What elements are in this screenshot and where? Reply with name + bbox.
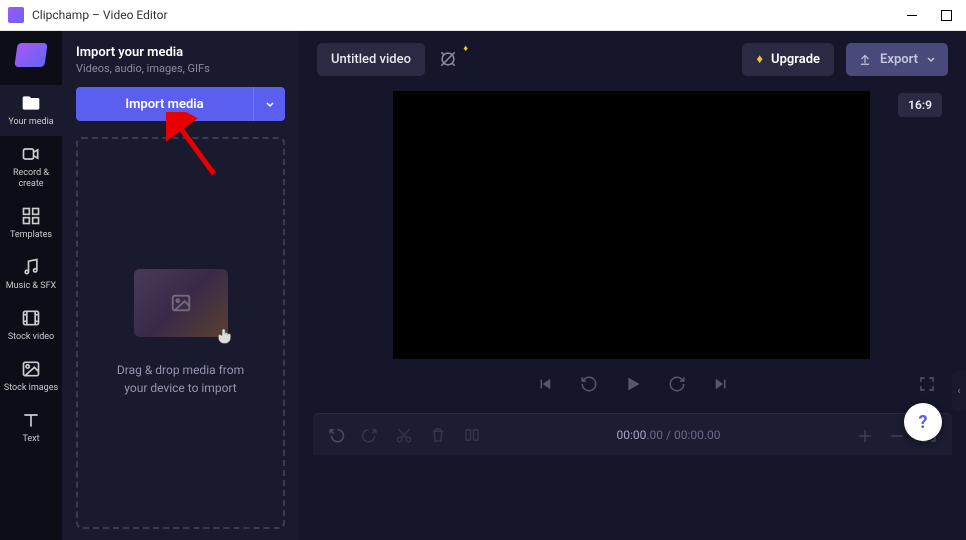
diamond-icon: ♦ xyxy=(756,51,763,67)
undo-button[interactable] xyxy=(327,426,345,444)
window-titlebar: Clipchamp – Video Editor xyxy=(0,0,966,31)
music-icon xyxy=(21,257,41,277)
media-dropzone[interactable]: Drag & drop media from your device to im… xyxy=(76,137,285,529)
skip-start-button[interactable] xyxy=(534,373,556,395)
redo-button[interactable] xyxy=(361,426,379,444)
split-button[interactable] xyxy=(463,426,481,444)
grab-hand-icon xyxy=(214,325,236,347)
fullscreen-button[interactable] xyxy=(916,373,938,395)
dropzone-thumbnail xyxy=(134,269,228,337)
upload-icon xyxy=(858,52,872,66)
player-controls xyxy=(299,359,966,405)
nav-sidebar: Your media Record & create Templates Mus… xyxy=(0,31,62,540)
forward-button[interactable] xyxy=(666,373,688,395)
picture-icon xyxy=(170,292,192,314)
delete-button[interactable] xyxy=(429,426,447,444)
sidebar-label: Text xyxy=(22,434,39,445)
import-media-button[interactable]: Import media xyxy=(76,87,253,121)
minimize-button[interactable] xyxy=(906,9,918,21)
export-button[interactable]: Export xyxy=(846,43,948,76)
sidebar-item-your-media[interactable]: Your media xyxy=(0,85,62,136)
templates-icon xyxy=(21,206,41,226)
maximize-button[interactable] xyxy=(940,9,952,21)
aspect-ratio-button[interactable]: 16:9 xyxy=(898,93,942,117)
right-panel-handle[interactable]: ‹ xyxy=(952,371,966,411)
main-area: Untitled video ♦ ♦ Upgrade Export 16:9 xyxy=(299,31,966,540)
app-icon xyxy=(8,7,24,23)
zoom-in-button[interactable]: ＋ xyxy=(856,426,874,444)
sidebar-label: Record & create xyxy=(0,168,62,190)
sidebar-label: Stock video xyxy=(8,332,54,343)
sidebar-label: Stock images xyxy=(4,383,58,394)
upgrade-label: Upgrade xyxy=(771,52,820,67)
help-button[interactable]: ? xyxy=(904,403,942,441)
sidebar-item-music[interactable]: Music & SFX xyxy=(0,249,62,300)
auto-resize-button[interactable]: ♦ xyxy=(437,48,459,70)
premium-diamond-icon: ♦ xyxy=(463,43,468,54)
export-label: Export xyxy=(880,52,918,67)
sidebar-item-text[interactable]: Text xyxy=(0,402,62,453)
zoom-out-button[interactable]: － xyxy=(888,426,906,444)
panel-subtitle: Videos, audio, images, GIFs xyxy=(76,62,285,75)
time-display: 00:00.00 / 00:00.00 xyxy=(497,428,840,442)
rewind-button[interactable] xyxy=(578,373,600,395)
timeline-toolbar: 00:00.00 / 00:00.00 ＋ － xyxy=(313,413,952,455)
film-icon xyxy=(21,308,41,328)
image-icon xyxy=(21,359,41,379)
sidebar-item-record[interactable]: Record & create xyxy=(0,136,62,198)
chevron-down-icon xyxy=(926,54,936,64)
dropzone-text: Drag & drop media from your device to im… xyxy=(117,361,244,397)
window-title: Clipchamp – Video Editor xyxy=(32,8,906,22)
chevron-down-icon xyxy=(265,99,275,109)
text-icon xyxy=(21,410,41,430)
panel-title: Import your media xyxy=(76,45,285,60)
top-toolbar: Untitled video ♦ ♦ Upgrade Export xyxy=(299,31,966,87)
media-panel: Import your media Videos, audio, images,… xyxy=(62,31,299,540)
video-canvas[interactable] xyxy=(393,91,870,359)
sidebar-item-templates[interactable]: Templates xyxy=(0,198,62,249)
camera-icon xyxy=(21,144,41,164)
magic-resize-icon xyxy=(438,49,458,69)
skip-end-button[interactable] xyxy=(710,373,732,395)
folder-icon xyxy=(21,93,41,113)
clipchamp-logo xyxy=(14,43,47,67)
play-button[interactable] xyxy=(622,373,644,395)
import-dropdown-button[interactable] xyxy=(253,87,285,121)
sidebar-item-stock-video[interactable]: Stock video xyxy=(0,300,62,351)
cut-button[interactable] xyxy=(395,426,413,444)
preview-stage: 16:9 xyxy=(299,87,966,359)
project-title-input[interactable]: Untitled video xyxy=(317,43,425,76)
sidebar-label: Music & SFX xyxy=(6,281,56,292)
sidebar-item-stock-images[interactable]: Stock images xyxy=(0,351,62,402)
sidebar-label: Your media xyxy=(8,117,53,128)
sidebar-label: Templates xyxy=(10,230,52,241)
window-controls xyxy=(906,9,958,21)
upgrade-button[interactable]: ♦ Upgrade xyxy=(742,43,834,76)
